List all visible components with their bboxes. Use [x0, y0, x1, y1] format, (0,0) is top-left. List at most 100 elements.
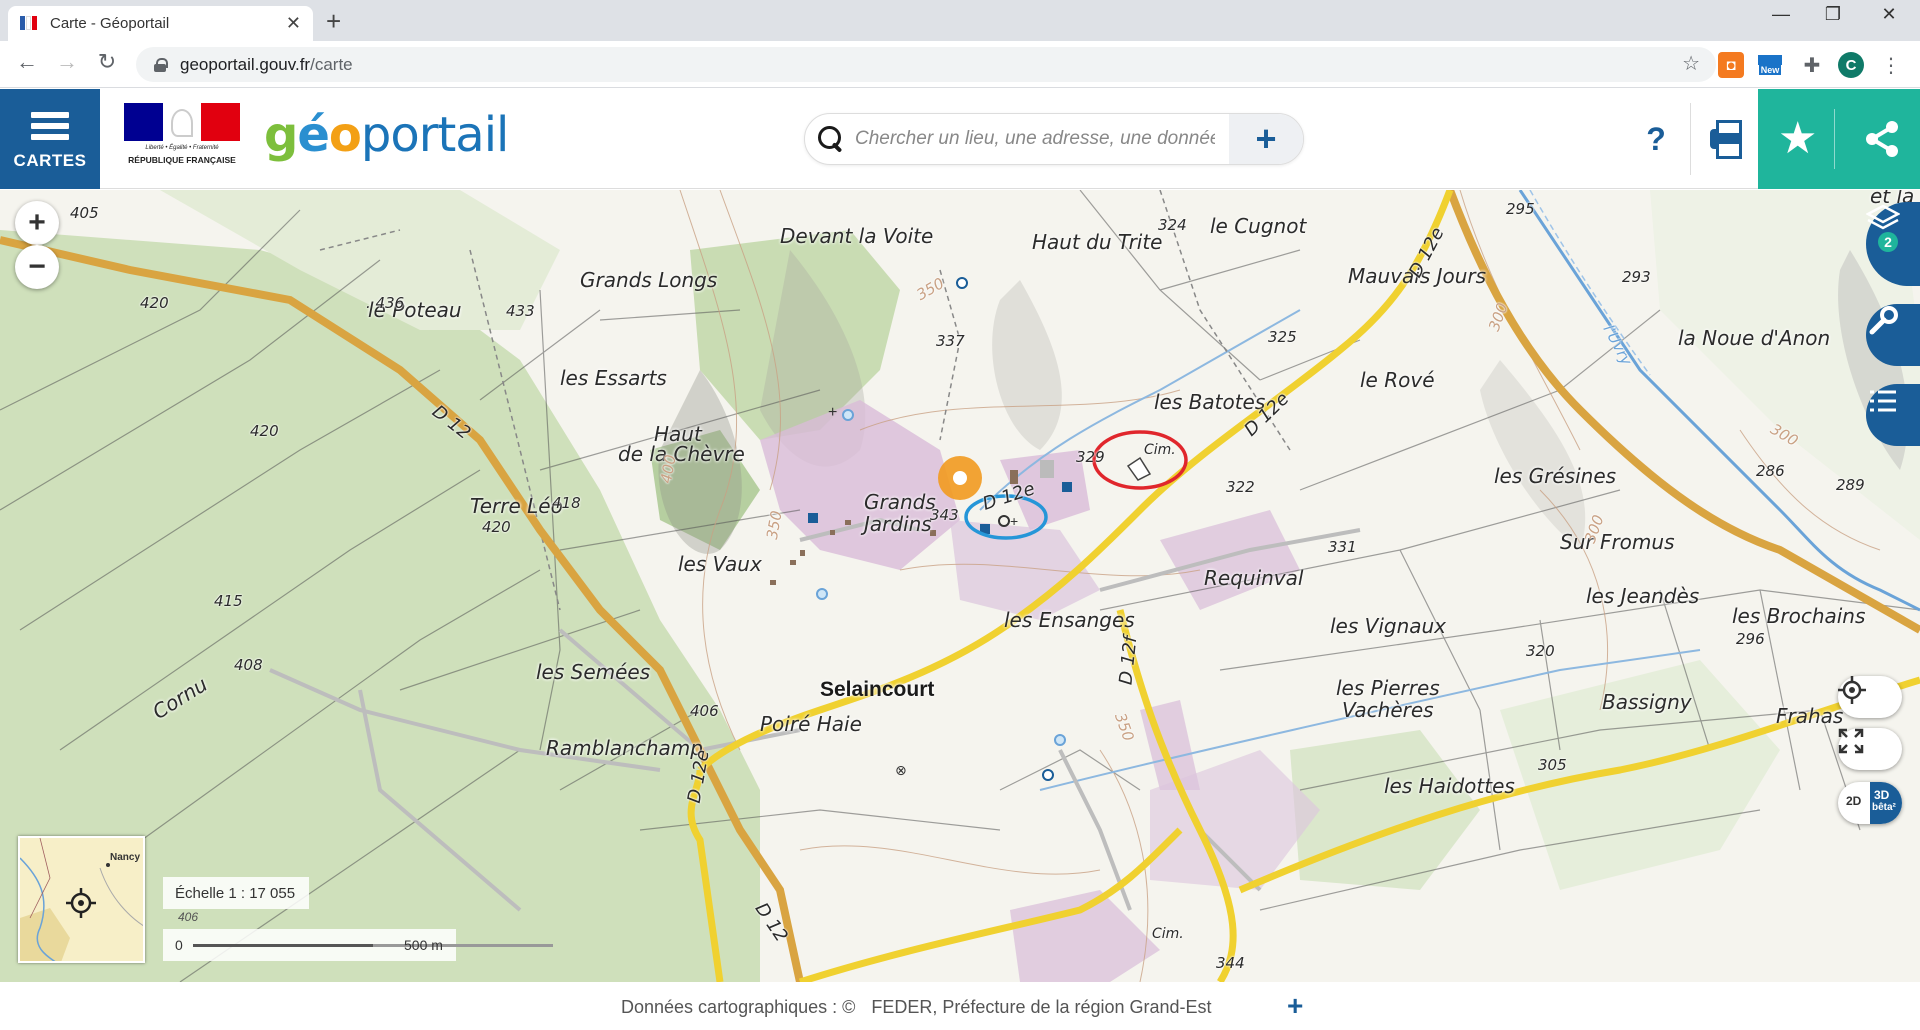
tools-tab[interactable] [1866, 304, 1920, 366]
altitude-label: 433 [506, 302, 535, 320]
geoportail-header: CARTES Liberté • Égalité • Fraternité RÉ… [0, 89, 1920, 189]
altitude-label: 420 [250, 422, 279, 440]
place-label: les Grésines [1494, 464, 1617, 488]
view-2d-3d-toggle[interactable]: 2D 3D bêta² [1838, 782, 1902, 824]
altitude-label: 295 [1506, 200, 1535, 218]
altitude-label: 343 [930, 506, 959, 524]
place-label: de la Chèvre [618, 442, 745, 466]
marianne-logo [124, 103, 241, 141]
place-label: Bassigny [1602, 690, 1692, 714]
place-label: les Vaux [678, 552, 762, 576]
wrench-icon [1869, 306, 1898, 335]
attribution-more-button[interactable]: + [1287, 990, 1303, 1022]
lock-icon [154, 57, 168, 72]
forward-icon[interactable]: → [52, 49, 82, 75]
extension-new-icon[interactable]: New [1757, 52, 1783, 78]
place-label: les Batotes [1154, 390, 1266, 414]
cemetery-label: Cim. [1152, 926, 1184, 942]
fullscreen-icon [1838, 728, 1864, 754]
url-text: geoportail.gouv.fr/carte [180, 54, 353, 74]
altitude-label: 415 [214, 592, 243, 610]
place-label: Grands Longs [580, 268, 718, 292]
scale-start: 0 [175, 937, 183, 953]
legend-tab[interactable] [1866, 384, 1920, 446]
share-divider [1834, 109, 1835, 169]
printer-icon [1710, 120, 1742, 159]
extensions-puzzle-icon[interactable]: ✚ [1799, 52, 1825, 78]
place-label: la Noue d'Anon [1678, 326, 1831, 350]
minimize-icon[interactable]: — [1758, 4, 1804, 25]
advanced-search-plus-button[interactable]: + [1229, 114, 1303, 164]
altitude-label: 329 [1076, 448, 1105, 466]
favorites-star-icon[interactable]: ★ [1778, 109, 1817, 169]
place-label: Vachères [1342, 698, 1434, 722]
search-input[interactable] [855, 128, 1215, 150]
altitude-label: 344 [1216, 954, 1245, 972]
geoportail-logo[interactable]: géoportail [264, 107, 509, 163]
town-label: Selaincourt [820, 678, 935, 701]
minimap-target-icon [66, 888, 96, 918]
browser-tab[interactable]: Carte - Géoportail ✕ [8, 6, 313, 41]
republique-francaise-logo[interactable]: Liberté • Égalité • Fraternité RÉPUBLIQU… [122, 103, 242, 175]
place-label: le Rové [1360, 368, 1435, 392]
scale-end: 500 m [404, 937, 443, 953]
beta-label: bêta² [1872, 802, 1896, 813]
zoom-in-button[interactable]: + [15, 201, 59, 245]
place-label: Frahas [1776, 704, 1844, 728]
print-button[interactable] [1700, 113, 1752, 165]
reload-icon[interactable]: ↻ [92, 49, 122, 75]
attribution-bar: Données cartographiques : © FEDER, Préfec… [0, 982, 1920, 1030]
browser-tab-bar: Carte - Géoportail ✕ + — ❐ ✕ [0, 0, 1920, 41]
favorites-share-panel: ★ [1758, 89, 1920, 189]
place-label: les Brochains [1732, 604, 1866, 628]
tab-close-icon[interactable]: ✕ [286, 13, 301, 34]
map-canvas[interactable]: + + ⊗ Devant la Voite Haut du Trite le C… [0, 190, 1920, 982]
target-icon [1838, 676, 1866, 704]
close-window-icon[interactable]: ✕ [1866, 4, 1912, 25]
place-label: les Essarts [560, 366, 667, 390]
altitude-label: 331 [1328, 538, 1357, 556]
altitude-label: 320 [1526, 642, 1555, 660]
search-bar: + [804, 113, 1304, 165]
minimap-city-label: Nancy [110, 852, 141, 863]
place-label: Poiré Haie [760, 712, 862, 736]
share-icon[interactable] [1856, 113, 1908, 165]
header-divider [1690, 103, 1691, 175]
help-button[interactable]: ? [1630, 113, 1682, 165]
layers-count: 2 [1884, 234, 1892, 250]
altitude-label: 406 [690, 702, 719, 720]
bookmark-star-icon[interactable]: ☆ [1682, 51, 1700, 76]
mode-3d-label[interactable]: 3D [1874, 788, 1889, 802]
mode-2d-label[interactable]: 2D [1846, 794, 1861, 808]
layers-icon: 2 [1866, 204, 1900, 252]
zoom-out-button[interactable]: − [15, 245, 59, 289]
place-label: les Semées [536, 660, 651, 684]
place-label: Requinval [1204, 566, 1304, 590]
browser-menu-icon[interactable]: ⋮ [1878, 52, 1904, 78]
geolocate-button[interactable] [1838, 676, 1902, 718]
altitude-label: 408 [234, 656, 263, 674]
profile-avatar[interactable]: C [1838, 52, 1864, 78]
restore-icon[interactable]: ❐ [1810, 4, 1856, 25]
altitude-label: 324 [1158, 216, 1187, 234]
cartes-menu-button[interactable]: CARTES [0, 89, 100, 189]
place-label: Terre Léo [470, 494, 563, 518]
list-icon [1870, 390, 1896, 412]
search-icon[interactable] [817, 125, 845, 153]
new-tab-button[interactable]: + [326, 6, 341, 36]
back-icon[interactable]: ← [12, 49, 42, 75]
cemetery-label: Cim. [1144, 442, 1176, 458]
altitude-label: 289 [1836, 476, 1865, 494]
place-label: le Cugnot [1210, 214, 1307, 238]
scale-bar: 0 500 m [163, 929, 553, 961]
altitude-label: 406 [178, 910, 199, 924]
address-bar[interactable]: geoportail.gouv.fr/carte ☆ [136, 47, 1716, 82]
altitude-label: 325 [1268, 328, 1297, 346]
extension-shopping-icon[interactable]: ◘ [1718, 52, 1744, 78]
scale-label: Échelle 1 : 17 055 [163, 877, 309, 909]
place-label: Haut du Trite [1032, 230, 1163, 254]
place-label: Jardins [864, 512, 932, 536]
place-label: les Haidottes [1384, 774, 1515, 798]
overview-minimap[interactable]: Nancy [18, 836, 145, 963]
fullscreen-button[interactable] [1838, 728, 1902, 770]
